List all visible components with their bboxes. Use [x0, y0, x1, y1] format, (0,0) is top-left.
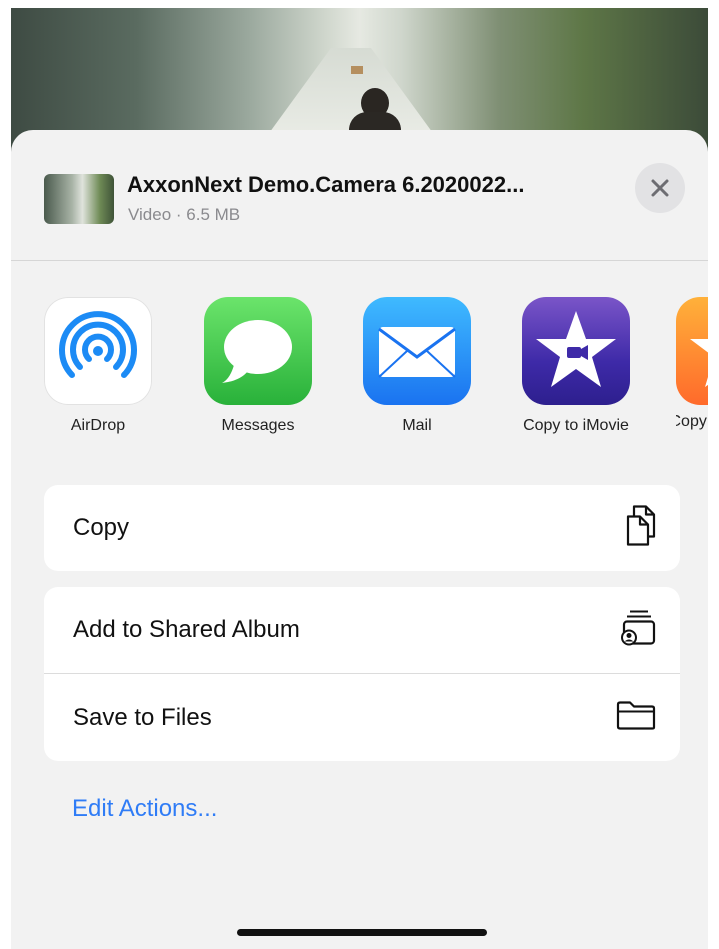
save-to-files-action[interactable]: Save to Files [44, 675, 680, 761]
close-button[interactable] [635, 163, 685, 213]
add-shared-album-label: Add to Shared Album [73, 616, 300, 643]
share-sheet: AxxonNext Demo.Camera 6.2020022... Video… [11, 130, 708, 949]
folder-icon [616, 701, 656, 736]
app-mail[interactable]: Mail [357, 297, 477, 435]
imovie-icon [522, 297, 630, 405]
app-label-messages: Messages [221, 417, 295, 434]
app-messages[interactable]: Messages [198, 297, 318, 435]
itunes-icon [676, 297, 708, 405]
share-screen: AxxonNext Demo.Camera 6.2020022... Video… [11, 8, 708, 949]
edit-actions-link[interactable]: Edit Actions... [72, 795, 217, 823]
airdrop-icon [44, 297, 152, 405]
app-airdrop[interactable]: AirDrop [38, 297, 158, 435]
app-imovie[interactable]: Copy to iMovie [516, 297, 636, 435]
mail-icon [363, 297, 471, 405]
home-indicator[interactable] [237, 929, 487, 936]
share-header: AxxonNext Demo.Camera 6.2020022... Video… [11, 130, 708, 261]
video-thumbnail [44, 174, 114, 224]
row-divider [44, 673, 680, 674]
app-label-itunes: Copy to iTunes [676, 413, 708, 430]
file-title: AxxonNext Demo.Camera 6.2020022... [127, 172, 525, 197]
app-label-imovie: Copy to iMovie [523, 417, 629, 434]
app-label-mail: Mail [402, 417, 432, 434]
app-itunes[interactable]: Copy to iTunes [676, 297, 708, 431]
shared-album-icon [620, 609, 656, 652]
app-label-airdrop: AirDrop [70, 417, 126, 434]
actions-card: Add to Shared Album Save to Files [44, 587, 680, 761]
add-shared-album-action[interactable]: Add to Shared Album [44, 587, 680, 673]
copy-action[interactable]: Copy [44, 485, 680, 571]
messages-icon [204, 297, 312, 405]
save-to-files-label: Save to Files [73, 704, 212, 731]
copy-icon [626, 505, 656, 552]
file-subtitle: Video · 6.5 MB [128, 205, 241, 224]
corridor-box [351, 66, 363, 74]
copy-label: Copy [73, 514, 130, 541]
close-icon [651, 179, 669, 197]
copy-card: Copy [44, 485, 680, 571]
